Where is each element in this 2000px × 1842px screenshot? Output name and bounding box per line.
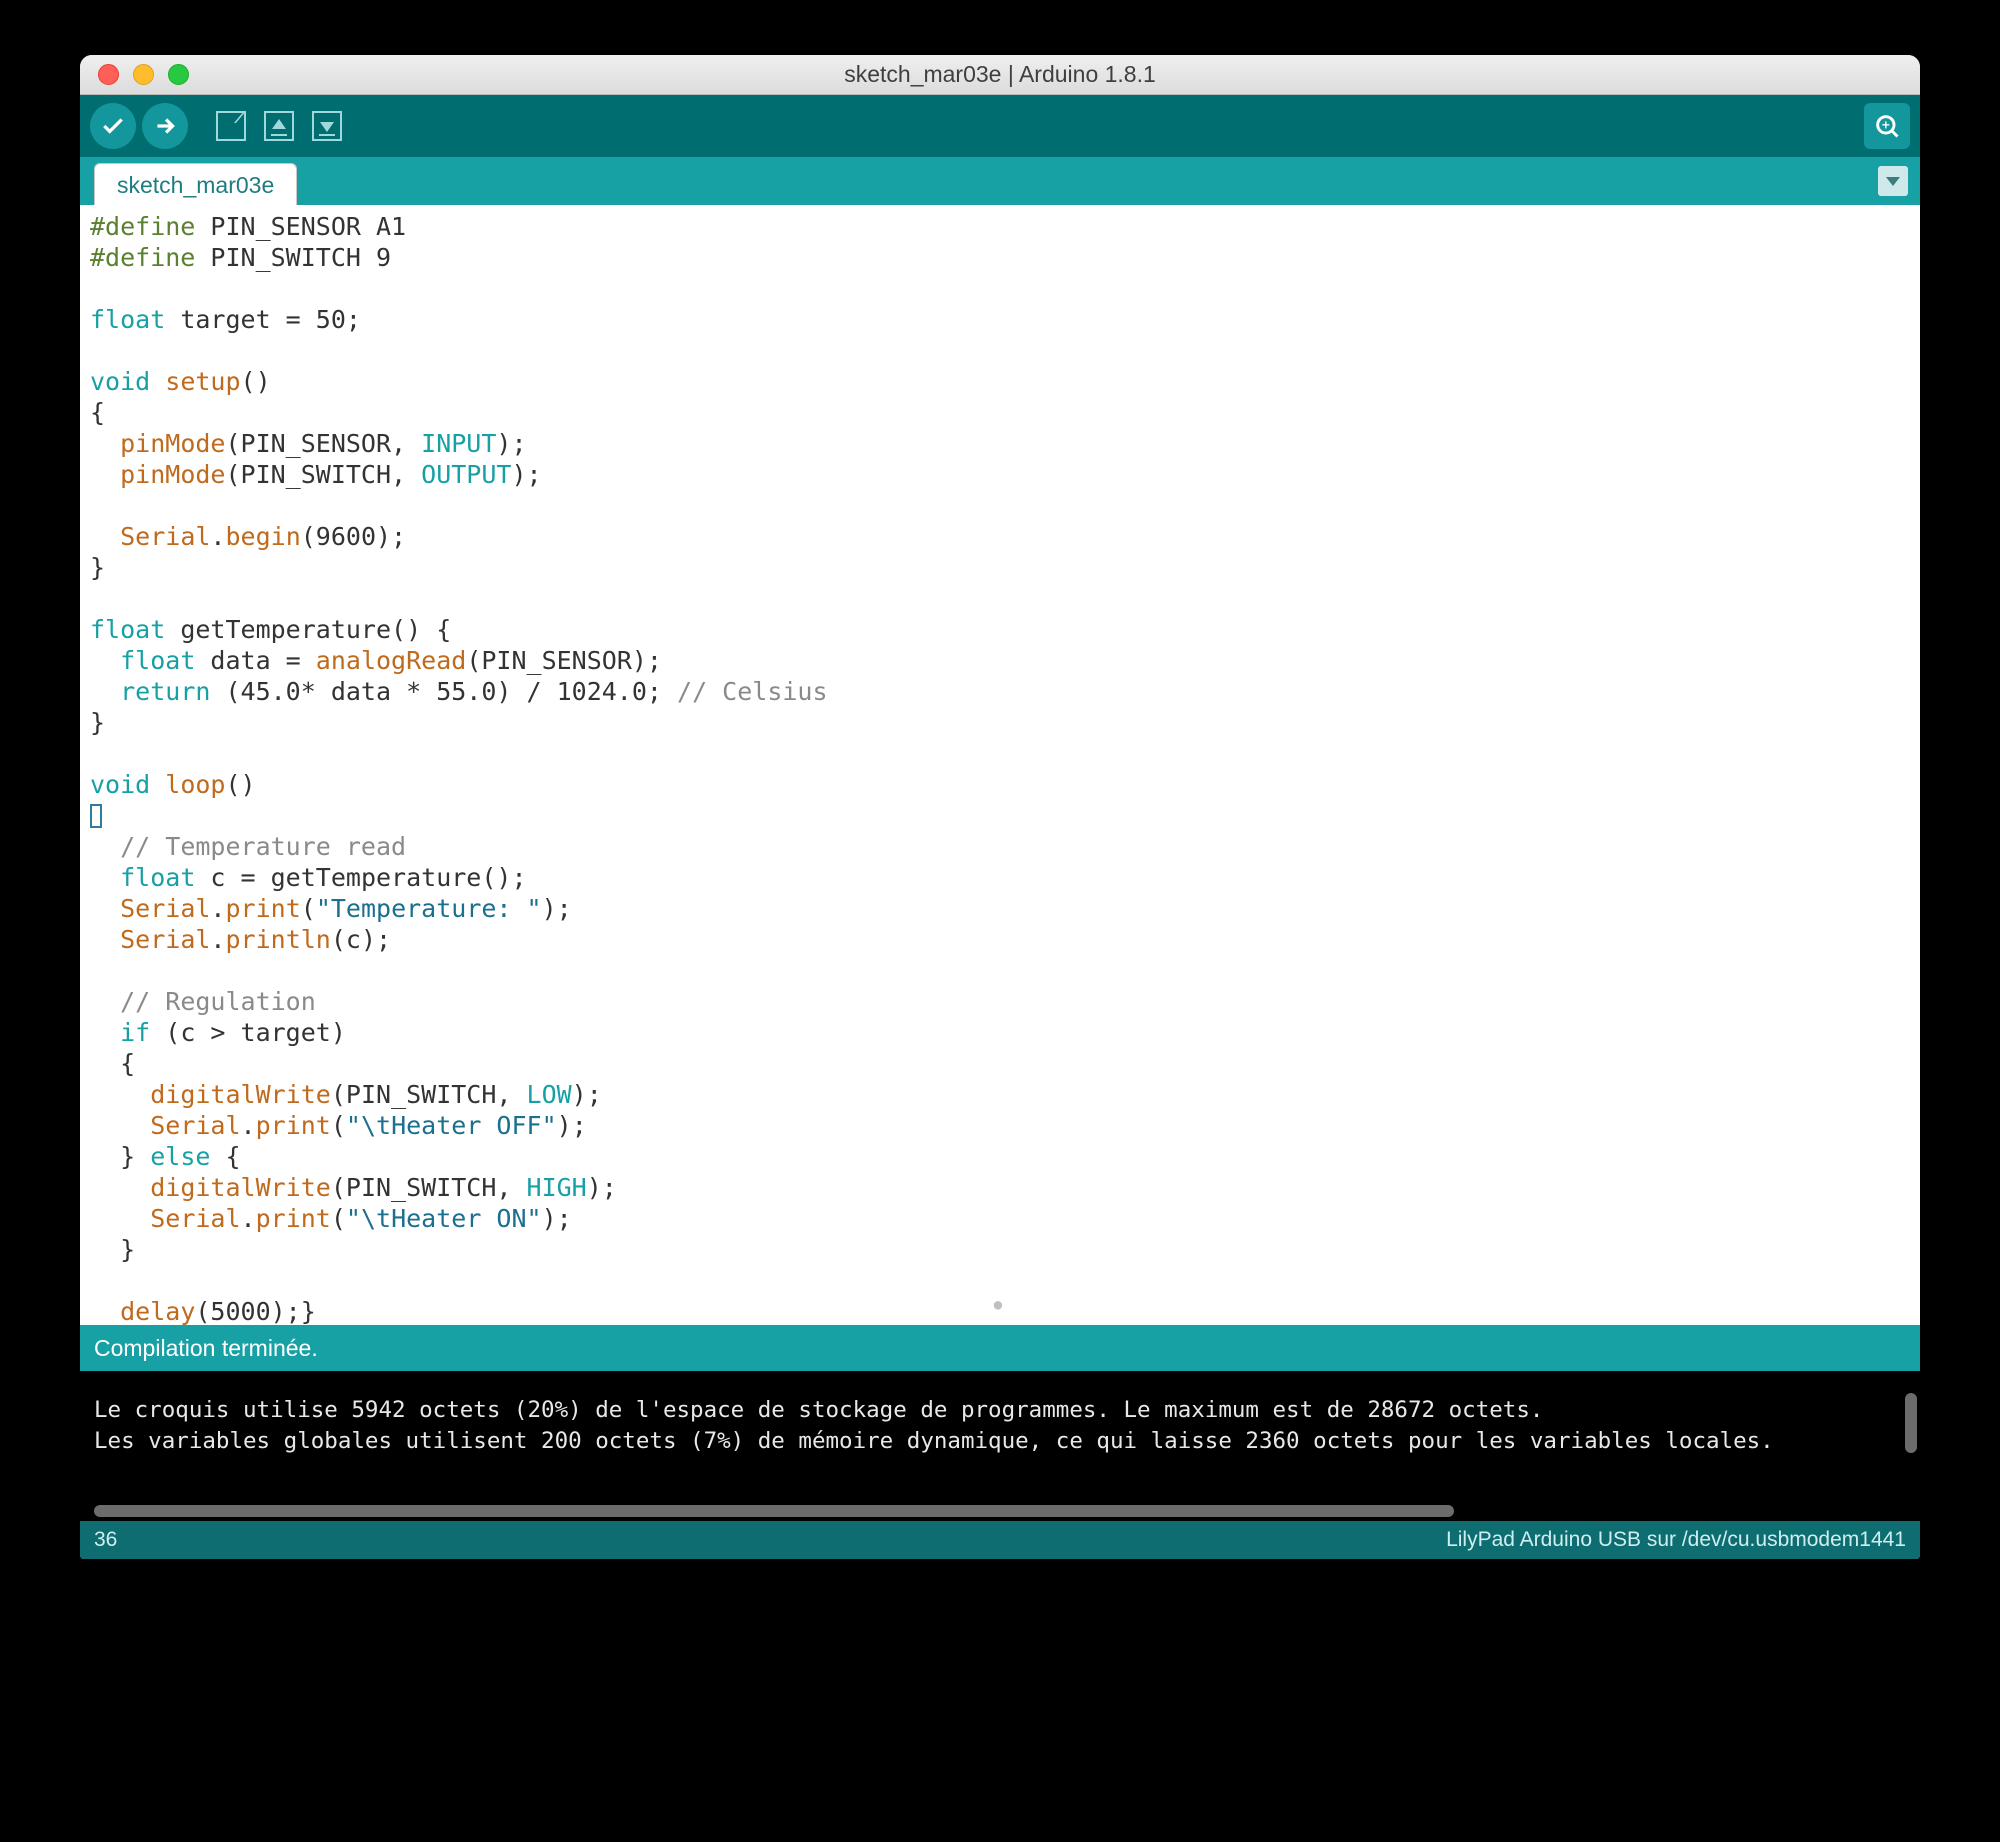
status-bar: Compilation terminée. bbox=[80, 1325, 1920, 1371]
save-icon bbox=[312, 111, 342, 141]
console-vscrollbar[interactable] bbox=[1905, 1393, 1917, 1453]
status-text: Compilation terminée. bbox=[94, 1335, 318, 1362]
window-title: sketch_mar03e | Arduino 1.8.1 bbox=[80, 61, 1920, 88]
tab-bar: sketch_mar03e bbox=[80, 157, 1920, 205]
console-output[interactable]: Le croquis utilise 5942 octets (20%) de … bbox=[80, 1371, 1920, 1521]
toolbar bbox=[80, 95, 1920, 157]
tab-menu-button[interactable] bbox=[1878, 166, 1908, 196]
open-icon bbox=[264, 111, 294, 141]
traffic-lights bbox=[80, 64, 189, 85]
minimize-button[interactable] bbox=[133, 64, 154, 85]
check-icon bbox=[100, 113, 126, 139]
zoom-button[interactable] bbox=[168, 64, 189, 85]
upload-button[interactable] bbox=[142, 103, 188, 149]
line-number: 36 bbox=[94, 1528, 117, 1552]
arduino-window: sketch_mar03e | Arduino 1.8.1 sketch_mar… bbox=[80, 55, 1920, 1559]
cursor bbox=[90, 804, 102, 828]
new-file-icon bbox=[216, 111, 246, 141]
console-hscrollbar[interactable] bbox=[94, 1505, 1454, 1517]
resize-handle-icon[interactable]: ● bbox=[994, 1290, 1006, 1321]
open-sketch-button[interactable] bbox=[258, 105, 300, 147]
verify-button[interactable] bbox=[90, 103, 136, 149]
board-port: LilyPad Arduino USB sur /dev/cu.usbmodem… bbox=[1446, 1528, 1906, 1552]
serial-monitor-icon bbox=[1873, 112, 1901, 140]
footer-bar: 36 LilyPad Arduino USB sur /dev/cu.usbmo… bbox=[80, 1521, 1920, 1559]
titlebar: sketch_mar03e | Arduino 1.8.1 bbox=[80, 55, 1920, 95]
close-button[interactable] bbox=[98, 64, 119, 85]
save-sketch-button[interactable] bbox=[306, 105, 348, 147]
tab-sketch[interactable]: sketch_mar03e bbox=[94, 163, 297, 205]
new-sketch-button[interactable] bbox=[210, 105, 252, 147]
arrow-right-icon bbox=[152, 113, 178, 139]
code-editor[interactable]: #define PIN_SENSOR A1 #define PIN_SWITCH… bbox=[80, 205, 1920, 1325]
serial-monitor-button[interactable] bbox=[1864, 103, 1910, 149]
